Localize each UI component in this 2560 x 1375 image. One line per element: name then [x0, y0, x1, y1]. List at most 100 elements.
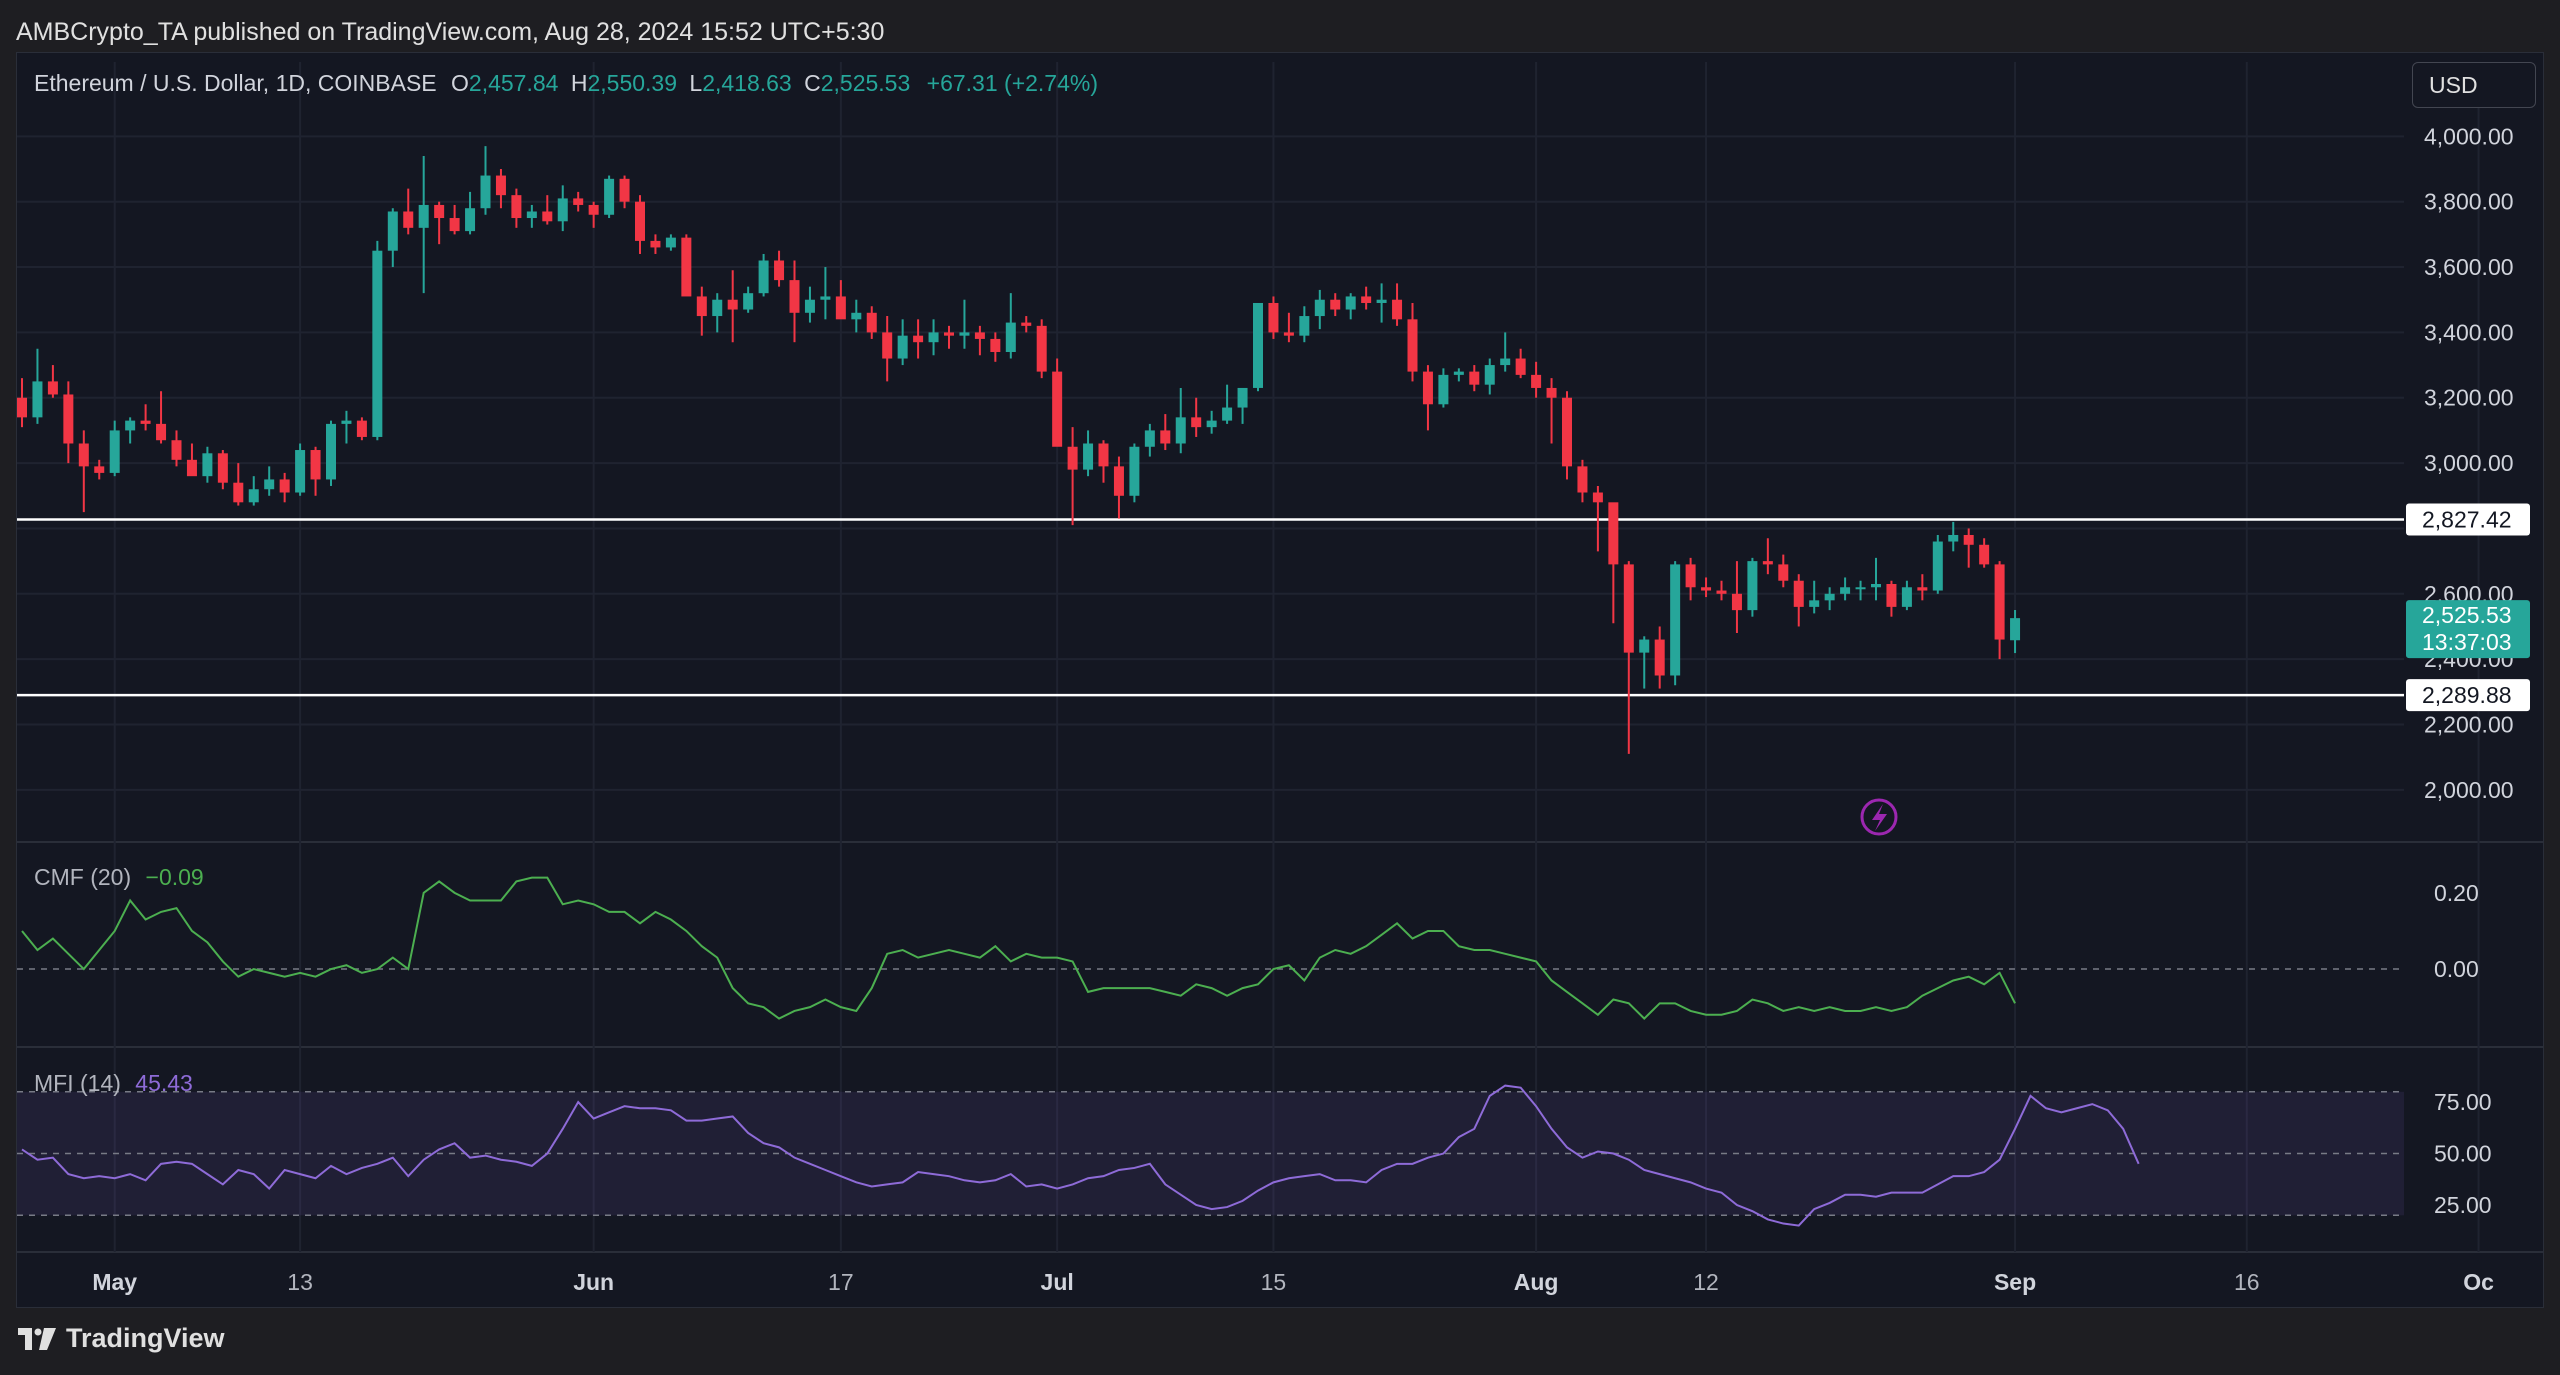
- lightning-icon: [1860, 798, 1898, 836]
- candle-body: [727, 299, 738, 310]
- candle-body: [526, 211, 537, 219]
- candle-body: [1747, 561, 1758, 611]
- candle-body: [465, 208, 476, 232]
- candle-body: [1901, 587, 1912, 607]
- cmf-tick-label: 0.20: [2434, 880, 2479, 906]
- candle-body: [758, 260, 769, 294]
- symbol-name: Ethereum / U.S. Dollar, 1D, COINBASE: [34, 70, 437, 96]
- candle-body: [1701, 587, 1712, 591]
- x-tick-label: 15: [1261, 1269, 1287, 1295]
- candle-body: [1592, 492, 1603, 503]
- mfi-name: MFI (14): [34, 1070, 121, 1096]
- x-tick-label: 12: [1693, 1269, 1719, 1295]
- y-tick-label: 3,800.00: [2424, 189, 2514, 215]
- candle-body: [1531, 374, 1542, 388]
- candle-body: [650, 240, 661, 248]
- mfi-value: 45.43: [135, 1070, 193, 1096]
- candle-body: [1469, 371, 1480, 385]
- candle-body: [1654, 639, 1665, 676]
- candle-body: [712, 299, 723, 317]
- candle-body: [1778, 564, 1789, 581]
- last-price-label: 2,525.53: [2422, 602, 2512, 628]
- candle-body: [1793, 580, 1804, 607]
- x-tick-label: 13: [287, 1269, 313, 1295]
- candle-body: [1484, 365, 1495, 385]
- candle-body: [94, 466, 105, 473]
- candle-body: [588, 204, 599, 215]
- high-value: 2,550.39: [587, 70, 677, 96]
- candle-body: [1948, 534, 1959, 542]
- candle-body: [1345, 296, 1356, 310]
- candle-body: [63, 394, 74, 444]
- open-value: 2,457.84: [468, 70, 559, 96]
- x-tick-label: May: [92, 1269, 137, 1295]
- candle-body: [1963, 534, 1974, 545]
- y-tick-label: 2,200.00: [2424, 712, 2514, 738]
- candle-body: [1407, 319, 1418, 372]
- candle-body: [743, 293, 754, 310]
- candle-body: [635, 201, 645, 241]
- candle-body: [480, 175, 491, 209]
- candle-body: [1438, 374, 1449, 405]
- candle-body: [1083, 443, 1094, 470]
- candle-body: [835, 296, 846, 320]
- tradingview-brand: TradingView: [66, 1323, 225, 1353]
- candle-body: [1623, 564, 1634, 653]
- x-tick-label: 17: [828, 1269, 854, 1295]
- candle-body: [696, 296, 707, 317]
- low-label: L: [689, 70, 703, 96]
- candle-body: [1824, 593, 1835, 601]
- candle-body: [990, 338, 1001, 352]
- candle-body: [1670, 564, 1681, 676]
- candle-body: [944, 332, 954, 336]
- cmf-legend[interactable]: CMF (20) −0.09: [34, 864, 204, 891]
- close-value: 2,525.53: [820, 70, 911, 96]
- candle-body: [1731, 593, 1742, 611]
- candle-body: [1376, 299, 1387, 303]
- candle-body: [1036, 325, 1047, 372]
- candle-body: [140, 420, 151, 424]
- candle-body: [1840, 587, 1851, 594]
- candle-body: [1809, 600, 1820, 607]
- candle-body: [1422, 371, 1433, 405]
- candle-body: [774, 260, 785, 281]
- candle-body: [1762, 561, 1773, 565]
- candle-body: [387, 211, 398, 251]
- candle-body: [17, 397, 27, 418]
- y-tick-label: 3,400.00: [2424, 319, 2514, 345]
- candle-body: [1160, 430, 1171, 444]
- candle-body: [1144, 430, 1155, 447]
- candle-body: [202, 453, 213, 477]
- y-tick-label: 3,200.00: [2424, 385, 2514, 411]
- candle-body: [1515, 358, 1526, 375]
- candle-body: [403, 211, 414, 228]
- candle-body: [1932, 541, 1943, 591]
- mfi-tick-label: 25.00: [2434, 1192, 2492, 1218]
- candle-body: [495, 175, 506, 196]
- candle-body: [434, 204, 445, 219]
- candle-body: [1608, 502, 1619, 565]
- candle-body: [1871, 584, 1881, 588]
- tradingview-logo[interactable]: TradingView: [18, 1323, 225, 1354]
- candle-body: [264, 479, 275, 490]
- candle-body: [1021, 322, 1032, 326]
- level-price-label: 2,827.42: [2422, 506, 2512, 532]
- candle-body: [820, 296, 831, 300]
- currency-button[interactable]: USD: [2412, 62, 2536, 108]
- candle-body: [295, 450, 306, 493]
- candle-body: [1175, 417, 1186, 444]
- candle-body: [341, 420, 352, 424]
- candle-body: [125, 420, 136, 431]
- close-label: C: [804, 70, 821, 96]
- candle-body: [1206, 420, 1217, 428]
- candle-body: [1685, 564, 1696, 588]
- candle-body: [511, 195, 522, 219]
- chart-canvas[interactable]: May 13 Jun 17 Jul 15 Aug 12 Sep 16 Oc 4,000.00 3,800…: [0, 0, 2560, 1375]
- candle-body: [1314, 299, 1325, 317]
- candle-body: [1716, 590, 1727, 594]
- x-tick-label: Jun: [573, 1269, 614, 1295]
- candle-body: [1191, 417, 1202, 428]
- x-tick-label: Sep: [1994, 1269, 2036, 1295]
- mfi-legend[interactable]: MFI (14) 45.43: [34, 1070, 193, 1097]
- change-value: +67.31 (+2.74%): [926, 70, 1098, 96]
